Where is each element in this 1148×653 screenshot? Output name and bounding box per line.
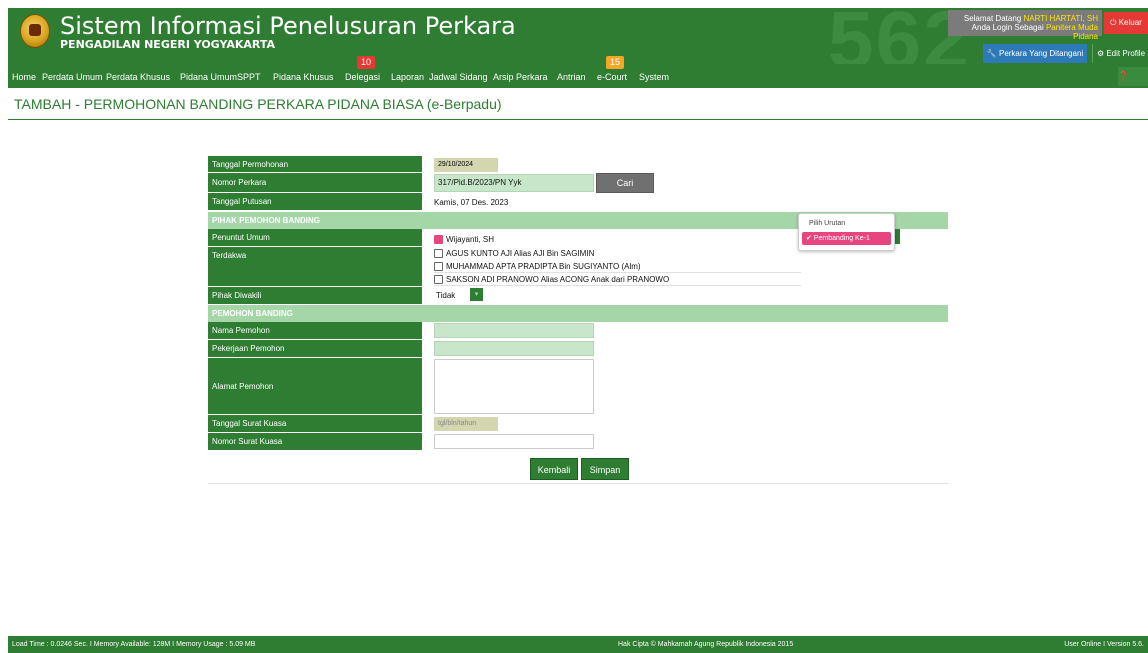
pihak-diwakili-value: Tidak	[436, 291, 456, 300]
footer-load-stats: Load Time : 0.0246 Sec. I Memory Availab…	[12, 641, 256, 648]
nomor-perkara-input[interactable]: 317/Pid.B/2023/PN Yyk	[434, 174, 594, 192]
nav-ecourt-label: e-Court	[597, 72, 628, 82]
urutan-option-placeholder[interactable]: Pilih Urutan	[809, 220, 845, 227]
nav-arsip-perkara[interactable]: Arsip Perkara	[493, 64, 548, 88]
alamat-pemohon-label: Alamat Pemohon	[208, 358, 422, 415]
terdakwa-name: MUHAMMAD APTA PRADIPTA Bin SUGIYANTO (Al…	[446, 262, 641, 271]
terdakwa-name: AGUS KUNTO AJI Alias AJI Bin SAGIMIN	[446, 249, 595, 258]
terdakwa-option-1[interactable]: AGUS KUNTO AJI Alias AJI Bin SAGIMIN	[434, 249, 595, 259]
nav-jadwal-sidang[interactable]: Jadwal Sidang	[429, 64, 488, 88]
section-pemohon-banding: PEMOHON BANDING	[208, 305, 948, 322]
tanggal-putusan-label: Tanggal Putusan	[208, 193, 422, 211]
penuntut-umum-option[interactable]: Wijayanti, SH	[434, 235, 495, 245]
penuntut-umum-label: Penuntut Umum	[208, 229, 422, 247]
help-button[interactable]: ❓ Help	[1118, 67, 1148, 100]
welcome-prefix: Selamat Datang	[963, 14, 1022, 23]
footer-version: User Online I Version 5.6.	[1064, 641, 1144, 648]
nomor-perkara-label: Nomor Perkara	[208, 173, 422, 193]
form-bottom-divider	[208, 483, 948, 484]
app-frame: 562 Sistem Informasi Penelusuran Perkara…	[8, 8, 1148, 653]
nav-home[interactable]: Home	[12, 64, 36, 88]
nomor-surat-kuasa-label: Nomor Surat Kuasa	[208, 433, 422, 451]
pekerjaan-pemohon-label: Pekerjaan Pemohon	[208, 340, 422, 358]
user-info: Selamat Datang NARTI HARTATI, SH Anda Lo…	[948, 10, 1102, 41]
page-title: TAMBAH - PERMOHONAN BANDING PERKARA PIDA…	[14, 96, 502, 112]
logout-button[interactable]: ⏻ Keluar	[1104, 12, 1148, 34]
kembali-button[interactable]: Kembali	[530, 458, 578, 480]
terdakwa-option-3[interactable]: SAKSON ADI PRANOWO Alias ACONG Anak dari…	[434, 275, 670, 285]
user-role: Panitera Muda Pidana	[1045, 23, 1098, 41]
simpan-button[interactable]: Simpan	[581, 458, 629, 480]
app-header: 562 Sistem Informasi Penelusuran Perkara…	[8, 8, 1148, 64]
edit-profile-button[interactable]: ⚙ Edit Profile	[1092, 44, 1148, 63]
nav-delegasi-label: Delegasi	[345, 72, 381, 82]
login-prefix: Anda Login Sebagai	[971, 23, 1044, 32]
pihak-diwakili-label: Pihak Diwakili	[208, 287, 422, 305]
urutan-option-selected[interactable]: ✔ Pembanding Ke-1	[802, 232, 891, 245]
nama-pemohon-label: Nama Pemohon	[208, 322, 422, 340]
nav-pidana-khusus[interactable]: Pidana Khusus	[273, 64, 334, 88]
nomor-surat-kuasa-input[interactable]	[434, 434, 594, 449]
terdakwa-checkbox[interactable]	[434, 275, 443, 285]
penuntut-name: Wijayanti, SH	[446, 235, 495, 244]
pihak-diwakili-select[interactable]: Tidak	[436, 291, 455, 300]
perkara-ditangani-button[interactable]: 🔧 Perkara Yang Ditangani	[983, 44, 1087, 63]
terdakwa-checkbox[interactable]	[434, 262, 443, 272]
tanggal-surat-kuasa-label: Tanggal Surat Kuasa	[208, 415, 422, 433]
nav-ecourt[interactable]: e-Court 15	[597, 56, 628, 88]
chevron-down-icon[interactable]: ▾	[470, 288, 483, 301]
app-subtitle: PENGADILAN NEGERI YOGYAKARTA	[60, 38, 276, 51]
nav-perdata-khusus[interactable]: Perdata Khusus	[106, 64, 170, 88]
terdakwa-label: Terdakwa	[208, 247, 422, 287]
row-divider	[434, 285, 801, 286]
ecourt-count-badge: 15	[606, 56, 625, 69]
footer-copyright: Hak Cipta © Mahkamah Agung Republik Indo…	[618, 641, 794, 648]
penuntut-checkbox[interactable]	[434, 235, 443, 245]
nav-laporan[interactable]: Laporan	[391, 64, 424, 88]
main-nav: Home Perdata Umum Perdata Khusus Pidana …	[8, 56, 1148, 100]
title-divider	[8, 119, 1148, 120]
tanggal-permohonan-field[interactable]: 29/10/2024	[434, 158, 498, 172]
tanggal-permohonan-label: Tanggal Permohonan	[208, 156, 422, 173]
terdakwa-option-2[interactable]: MUHAMMAD APTA PRADIPTA Bin SUGIYANTO (Al…	[434, 262, 641, 272]
terdakwa-checkbox[interactable]	[434, 249, 443, 259]
row-divider	[434, 272, 801, 273]
nav-perdata-umum[interactable]: Perdata Umum	[42, 64, 103, 88]
user-name: NARTI HARTATI, SH	[1023, 14, 1098, 23]
delegasi-count-badge: 10	[357, 56, 376, 69]
tanggal-putusan-value: Kamis, 07 Des. 2023	[434, 198, 509, 207]
court-logo-icon	[20, 14, 50, 48]
alamat-pemohon-textarea[interactable]	[434, 359, 594, 414]
pekerjaan-pemohon-input[interactable]	[434, 341, 594, 356]
nav-sppt[interactable]: SPPT	[237, 64, 261, 88]
nama-pemohon-input[interactable]	[434, 323, 594, 338]
terdakwa-name: SAKSON ADI PRANOWO Alias ACONG Anak dari…	[446, 275, 670, 284]
urutan-dropdown[interactable]: Pilih Urutan ✔ Pembanding Ke-1	[798, 213, 895, 251]
nav-antrian[interactable]: Antrian	[557, 64, 586, 88]
cari-button[interactable]: Cari	[596, 173, 654, 193]
tanggal-surat-kuasa-input[interactable]: tgl/bln/tahun	[434, 417, 498, 431]
app-title: Sistem Informasi Penelusuran Perkara	[60, 12, 516, 40]
nav-pidana-umum[interactable]: Pidana Umum	[180, 64, 237, 88]
app-footer: Load Time : 0.0246 Sec. I Memory Availab…	[8, 636, 1148, 653]
nav-system[interactable]: System	[639, 64, 669, 88]
nav-delegasi[interactable]: Delegasi 10	[345, 56, 381, 88]
